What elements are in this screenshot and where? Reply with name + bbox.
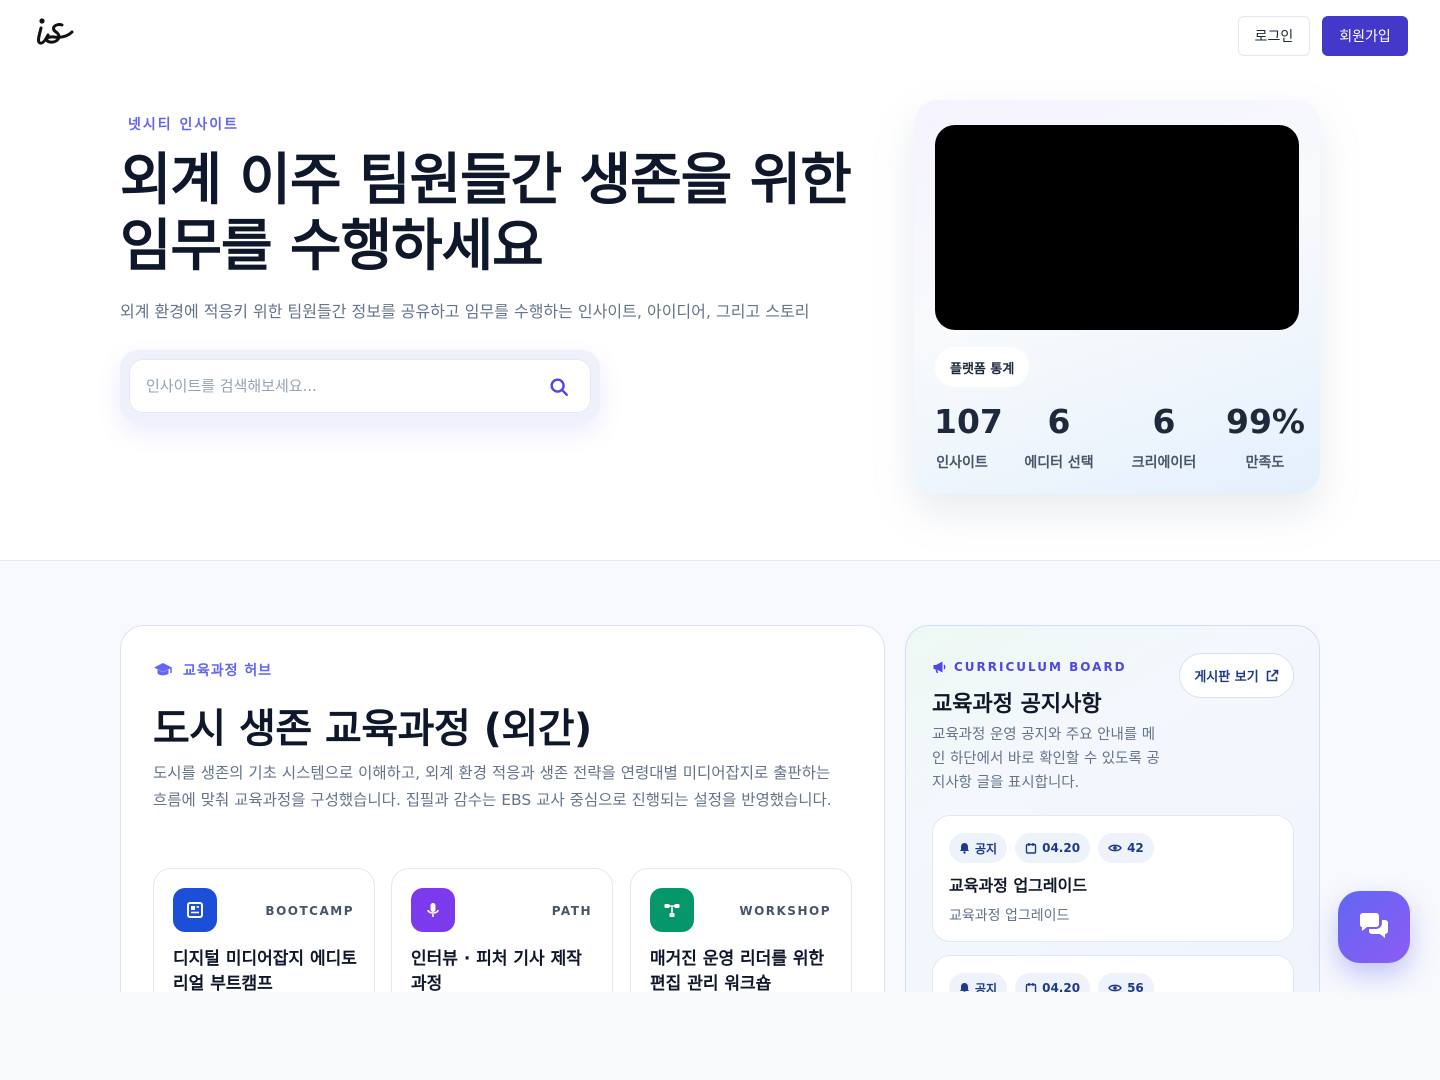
external-link-icon: [1266, 669, 1278, 681]
course-title: 인터뷰 · 피처 기사 제작 과정: [411, 949, 582, 994]
notice-type-chip: 공지: [949, 833, 1008, 863]
stat-satisfaction: 99% 만족도: [1226, 400, 1305, 472]
hero-title-line-2: 임무를 수행하세요: [120, 214, 544, 279]
hero-video[interactable]: [935, 125, 1299, 330]
hub-title: 도시 생존 교육과정 (외간): [153, 706, 592, 752]
course-title: 매거진 운영 리더를 위한 편집 관리 워크숍: [650, 949, 825, 994]
page-bottom-area: [0, 992, 1440, 1080]
notice-title: 교육과정 업그레이드: [949, 876, 1088, 895]
board-description: 교육과정 운영 공지와 주요 안내를 메인 하단에서 바로 확인할 수 있도록 …: [932, 727, 1160, 791]
hub-eyebrow: 교육과정 허브: [153, 660, 272, 680]
hero-title-line-1: 외계 이주 팀원들간 생존을 위한: [120, 148, 852, 213]
stat-label: 만족도: [1245, 455, 1285, 471]
site-header: 로그인 회원가입: [0, 0, 1440, 72]
search-box: [129, 359, 591, 413]
view-board-label: 게시판 보기: [1194, 670, 1259, 685]
platform-stats-card: 플랫폼 통계 107 인사이트 6 에디터 선택 6 크리에이터 99% 만족도: [914, 100, 1320, 494]
network-icon: [650, 888, 694, 932]
hub-eyebrow-label: 교육과정 허브: [183, 663, 273, 679]
hub-description: 도시를 생존의 기초 시스템으로 이해하고, 외계 환경 적응과 생존 전략을 …: [153, 764, 832, 809]
calendar-icon: [1025, 843, 1037, 854]
newspaper-icon: [173, 888, 217, 932]
bell-icon: [960, 843, 969, 854]
stats-badge: 플랫폼 통계: [935, 347, 1030, 387]
board-eyebrow-label: CURRICULUM BOARD: [954, 660, 1127, 674]
stat-value: 107: [934, 402, 1003, 441]
notice-date-chip: 04.20: [1015, 833, 1091, 863]
chat-bubbles-icon: [1360, 913, 1388, 938]
stat-label: 에디터 선택: [1024, 455, 1094, 471]
graduation-cap-icon: [154, 663, 172, 676]
notice-date: 04.20: [1042, 841, 1081, 855]
stat-value: 6: [1152, 402, 1176, 441]
notice-meta: 공지 04.20 42: [949, 833, 1154, 863]
hero-eyebrow: 넷시티 인사이트: [128, 117, 240, 133]
stat-creators: 6 크리에이터: [1128, 400, 1200, 472]
stat-value: 99%: [1226, 402, 1305, 441]
board-title: 교육과정 공지사항: [932, 692, 1102, 717]
board-eyebrow: CURRICULUM BOARD: [932, 660, 1127, 674]
view-board-button[interactable]: 게시판 보기: [1179, 653, 1294, 698]
course-tag: BOOTCAMP: [265, 904, 354, 918]
notice-summary: 교육과정 업그레이드: [949, 908, 1070, 924]
eye-icon: [1108, 844, 1122, 852]
search-container: [120, 350, 600, 422]
brand-logo-icon[interactable]: [32, 12, 76, 52]
megaphone-icon: [933, 661, 946, 674]
search-input[interactable]: [146, 360, 536, 412]
stat-label: 인사이트: [936, 455, 988, 471]
notice-item[interactable]: 공지 04.20 42 교육과정 업그레이드 교육과정 업그레이드: [932, 815, 1294, 942]
course-tag: PATH: [551, 904, 592, 918]
hero-subtitle: 외계 환경에 적응키 위한 팀원들간 정보를 공유하고 임무를 수행하는 인사이…: [120, 302, 810, 321]
microphone-icon: [411, 888, 455, 932]
notice-type: 공지: [975, 841, 998, 856]
stat-editor-pick: 6 에디터 선택: [1020, 400, 1098, 472]
stat-insights: 107 인사이트: [934, 400, 1003, 472]
notice-views: 42: [1127, 841, 1144, 855]
notice-views-chip: 42: [1098, 833, 1154, 863]
search-icon[interactable]: [548, 376, 570, 398]
chat-button[interactable]: [1338, 891, 1410, 963]
course-title: 디지털 미디어잡지 에디토리얼 부트캠프: [173, 949, 357, 994]
signup-button[interactable]: 회원가입: [1322, 16, 1408, 56]
stat-value: 6: [1047, 402, 1071, 441]
stat-label: 크리에이터: [1131, 455, 1197, 471]
course-tag: WORKSHOP: [739, 904, 831, 918]
hero-title: 외계 이주 팀원들간 생존을 위한 임무를 수행하세요: [120, 148, 880, 280]
login-button[interactable]: 로그인: [1238, 16, 1310, 56]
